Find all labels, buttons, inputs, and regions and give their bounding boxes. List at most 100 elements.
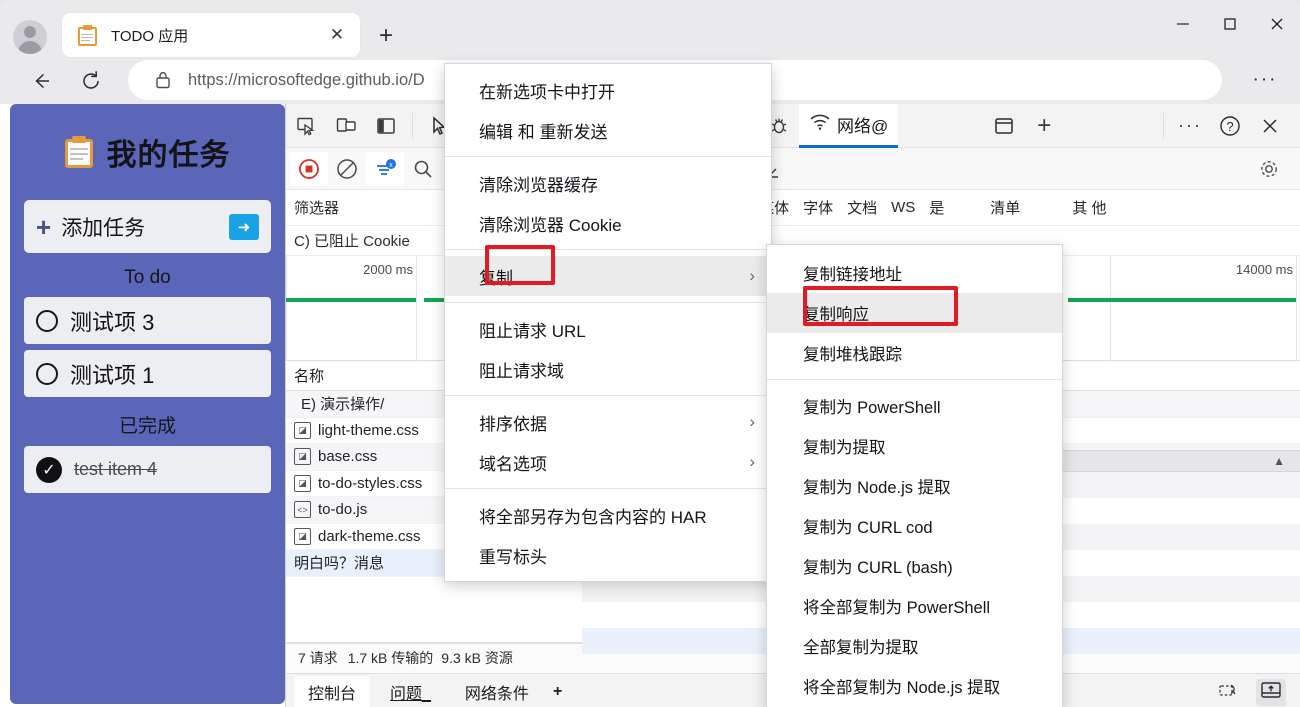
page-title: 我的任务 [106, 139, 231, 172]
menu-item-block-request-domain[interactable]: 阻止请求域 [445, 349, 771, 389]
task-label: 测试项 3 [70, 309, 155, 335]
checkbox-checked-icon[interactable]: ✓ [36, 456, 62, 483]
menu-item-sort-by[interactable]: 排序依据 › [445, 402, 771, 442]
dock-bottom-icon[interactable] [1256, 678, 1286, 706]
submenu-item-copy-as-curl-cmd[interactable]: 复制为 CURL cod [767, 506, 1062, 546]
checkbox-empty-icon[interactable] [36, 309, 58, 332]
menu-item-copy[interactable]: 复制 › [445, 256, 771, 296]
add-task-label: 添加任务 [61, 216, 146, 240]
filter-chip-doc[interactable]: 文档 [847, 197, 877, 218]
tab-issues[interactable]: 问题_ [376, 676, 445, 707]
tab-label: 网络@ [837, 116, 889, 136]
browser-more-icon[interactable]: ··· [1248, 64, 1282, 96]
close-icon[interactable]: ✕ [324, 22, 350, 48]
window-close-icon[interactable] [1253, 0, 1300, 48]
device-toolbar-icon[interactable] [326, 108, 366, 144]
browser-tab[interactable]: TODO 应用 ✕ [62, 13, 360, 57]
submenu-item-copy-as-powershell[interactable]: 复制为 PowerShell [767, 386, 1062, 426]
drawer-add-tab-icon[interactable]: + [549, 679, 566, 705]
filter-chip-ws[interactable]: WS [891, 199, 915, 216]
profile-avatar[interactable] [13, 20, 47, 54]
menu-item-save-all-as-har[interactable]: 将全部另存为包含内容的 HAR [445, 495, 771, 535]
more-options-icon[interactable]: ··· [1170, 108, 1210, 144]
submit-task-button[interactable]: ➜ [229, 213, 259, 240]
tab-console[interactable]: 控制台 [294, 676, 371, 707]
filter-icon[interactable]: x [366, 151, 404, 186]
lock-icon [152, 69, 174, 91]
list-item[interactable]: ✓ test item 4 [24, 446, 271, 493]
context-submenu[interactable]: 复制链接地址 复制响应 复制堆栈跟踪 复制为 PowerShell 复制为提取 … [766, 244, 1063, 707]
back-button[interactable] [24, 64, 58, 98]
restore-icon[interactable] [1218, 679, 1242, 706]
status-requests: 7 请求 [298, 650, 338, 666]
add-panel-icon[interactable]: + [1024, 108, 1064, 144]
stylesheet-icon: ◪ [294, 527, 311, 545]
submenu-item-copy-all-as-fetch[interactable]: 全部复制为提取 [767, 626, 1062, 666]
panel-icon[interactable] [984, 108, 1024, 144]
help-icon[interactable]: ? [1210, 108, 1250, 144]
request-name: dark-theme.css [318, 527, 421, 545]
filter-row: 筛选器 ch/XHR JS CSS 进出口 媒体 字体 文档 WS 是 清单 其… [286, 190, 1300, 226]
menu-item-clear-browser-cache[interactable]: 清除浏览器缓存 [445, 163, 771, 203]
tab-network-conditions[interactable]: 网络条件 [451, 676, 543, 707]
filter-chip-other[interactable]: 其 他 [1072, 197, 1106, 218]
submenu-item-copy-response[interactable]: 复制响应 [767, 293, 1062, 333]
minimize-icon[interactable] [1159, 0, 1206, 48]
task-label: 测试项 1 [70, 362, 155, 388]
search-input[interactable]: 筛选器 [294, 197, 434, 218]
submenu-item-copy-stack-trace[interactable]: 复制堆栈跟踪 [767, 333, 1062, 373]
submenu-item-copy-as-fetch[interactable]: 复制为提取 [767, 426, 1062, 466]
tab-strip: TODO 应用 ✕ + [0, 0, 1300, 60]
reload-button[interactable] [74, 64, 108, 98]
checkbox-empty-icon[interactable] [36, 362, 58, 385]
task-label: test item 4 [74, 459, 158, 479]
menu-item-open-in-new-tab[interactable]: 在新选项卡中打开 [445, 70, 771, 110]
filter-chip-wasm[interactable]: 是 [929, 197, 944, 218]
stylesheet-icon: ◪ [294, 448, 311, 466]
menu-divider [445, 488, 771, 489]
context-menu[interactable]: 在新选项卡中打开 编辑 和 重新发送 清除浏览器缓存 清除浏览器 Cookie … [444, 63, 772, 582]
inspect-element-icon[interactable] [286, 108, 326, 144]
menu-item-domain-options[interactable]: 域名选项 › [445, 442, 771, 482]
blocked-cookie-label[interactable]: C) 已阻止 Cookie [294, 230, 410, 251]
request-name: base.css [318, 448, 378, 466]
network-icon [809, 113, 831, 136]
script-icon: <> [294, 501, 311, 519]
maximize-icon[interactable] [1206, 0, 1253, 48]
menu-item-block-request-url[interactable]: 阻止请求 URL [445, 309, 771, 349]
gear-icon[interactable] [1250, 152, 1288, 186]
menu-item-override-headers[interactable]: 重写标头 [445, 535, 771, 575]
screenshot-root: TODO 应用 ✕ + https://microsoftedge.github… [0, 0, 1300, 707]
menu-item-clear-browser-cookies[interactable]: 清除浏览器 Cookie [445, 203, 771, 243]
timeline-tick: 14000 ms [1235, 262, 1293, 277]
devtools-topbar: 网络@ + ··· ? [286, 104, 1300, 148]
svg-text:x: x [389, 162, 393, 169]
filter-chip-manifest[interactable]: 清单 [990, 197, 1020, 218]
submenu-item-copy-all-as-nodejs-fetch[interactable]: 将全部复制为 Node.js 提取 [767, 666, 1062, 706]
menu-divider [445, 395, 771, 396]
collapse-icon[interactable]: ▲ [1273, 454, 1285, 468]
submenu-item-copy-as-curl-bash[interactable]: 复制为 CURL (bash) [767, 546, 1062, 586]
url-text: https://microsoftedge.github.io/D [188, 70, 425, 89]
filter-chip-font[interactable]: 字体 [803, 197, 833, 218]
list-item[interactable]: 测试项 3 [24, 297, 271, 344]
record-stop-icon[interactable] [290, 151, 328, 186]
submenu-item-copy-all-as-powershell[interactable]: 将全部复制为 PowerShell [767, 586, 1062, 626]
clear-icon[interactable] [328, 152, 366, 186]
devtools-close-icon[interactable] [1250, 108, 1290, 144]
search-icon[interactable] [404, 152, 442, 186]
menu-divider [445, 302, 771, 303]
tab-network[interactable]: 网络@ [799, 104, 899, 148]
menu-item-edit-and-resend[interactable]: 编辑 和 重新发送 [445, 110, 771, 150]
add-task-row[interactable]: + 添加任务 ➜ [24, 200, 271, 253]
submenu-item-copy-link-address[interactable]: 复制链接地址 [767, 253, 1062, 293]
stylesheet-icon: ◪ [294, 421, 311, 439]
new-tab-button[interactable]: + [370, 22, 402, 50]
submenu-item-copy-as-nodejs-fetch[interactable]: 复制为 Node.js 提取 [767, 466, 1062, 506]
list-item[interactable]: 测试项 1 [24, 350, 271, 397]
window-controls [1159, 0, 1300, 48]
submenu-divider [767, 379, 1062, 380]
plus-icon: + [36, 211, 52, 242]
section-label-done: 已完成 [118, 416, 176, 437]
dock-side-icon[interactable] [366, 108, 406, 144]
